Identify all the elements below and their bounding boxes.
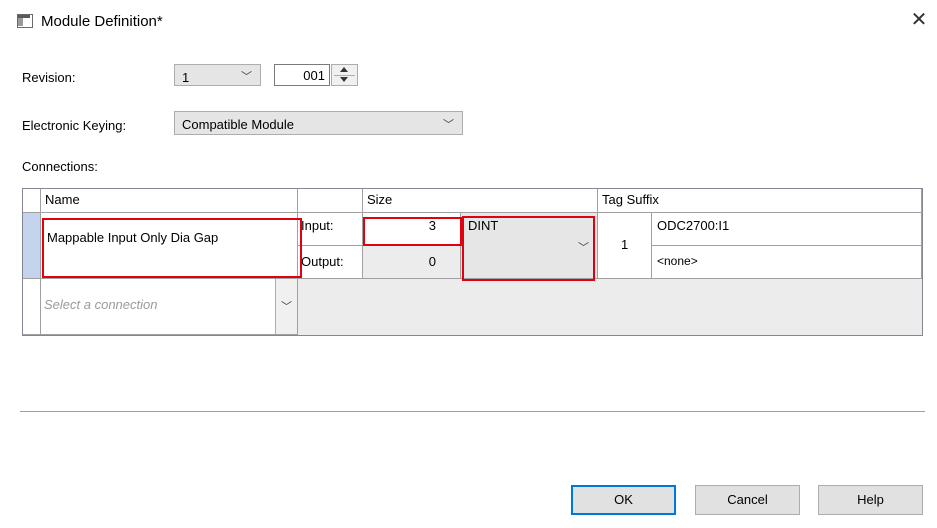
connections-grid: Name Size Tag Suffix Mappable Input Only… (22, 188, 923, 336)
separator (20, 411, 925, 412)
tag-number: 1 (621, 237, 629, 252)
connections-label: Connections: (22, 159, 98, 174)
row-header-corner (23, 189, 41, 213)
chevron-down-icon: ﹀ (241, 71, 252, 83)
ok-button[interactable]: OK (571, 485, 676, 515)
cancel-button[interactable]: Cancel (695, 485, 800, 515)
highlight-data-type (462, 216, 595, 281)
new-row-selector (23, 279, 41, 335)
revision-major-select[interactable]: 1 ﹀ (174, 64, 261, 86)
new-row-dropdown-button[interactable]: ﹀ (275, 279, 297, 334)
revision-major-value: 1 (182, 70, 190, 85)
column-header-tag-suffix[interactable]: Tag Suffix (598, 189, 922, 213)
chevron-down-icon: ﹀ (443, 119, 454, 131)
row-selector[interactable] (23, 213, 41, 279)
highlight-connection-name (42, 218, 302, 278)
keying-label: Electronic Keying: (22, 118, 127, 133)
keying-value: Compatible Module (182, 117, 295, 132)
help-button[interactable]: Help (818, 485, 923, 515)
revision-minor-field[interactable]: 001 (274, 64, 330, 86)
window-icon (17, 14, 33, 28)
select-connection-placeholder: Select a connection (44, 297, 158, 312)
output-size-cell[interactable]: 0 (363, 246, 461, 279)
revision-label: Revision: (22, 70, 76, 85)
chevron-down-icon: ﹀ (281, 301, 292, 313)
output-size: 0 (428, 254, 436, 269)
column-header-name[interactable]: Name (41, 189, 298, 213)
highlight-input-size (363, 217, 462, 246)
window-title: Module Definition* (41, 13, 163, 30)
keying-select[interactable]: Compatible Module ﹀ (174, 111, 463, 135)
close-icon[interactable]: ✕ (909, 10, 929, 30)
column-header-blank (298, 189, 363, 213)
revision-minor-spinner[interactable] (331, 64, 358, 86)
input-tag-cell: ODC2700:I1 (652, 213, 922, 246)
select-connection-combo[interactable]: Select a connection ﹀ (41, 279, 298, 335)
arrow-down-icon[interactable] (340, 77, 348, 82)
revision-minor-value: 001 (303, 68, 325, 83)
output-tag-cell: <none> (652, 246, 922, 279)
input-label-cell: Input: (298, 213, 363, 246)
column-header-size[interactable]: Size (363, 189, 598, 213)
arrow-up-icon[interactable] (340, 67, 348, 72)
output-label-cell: Output: (298, 246, 363, 279)
tag-number-cell: 1 (598, 213, 652, 279)
